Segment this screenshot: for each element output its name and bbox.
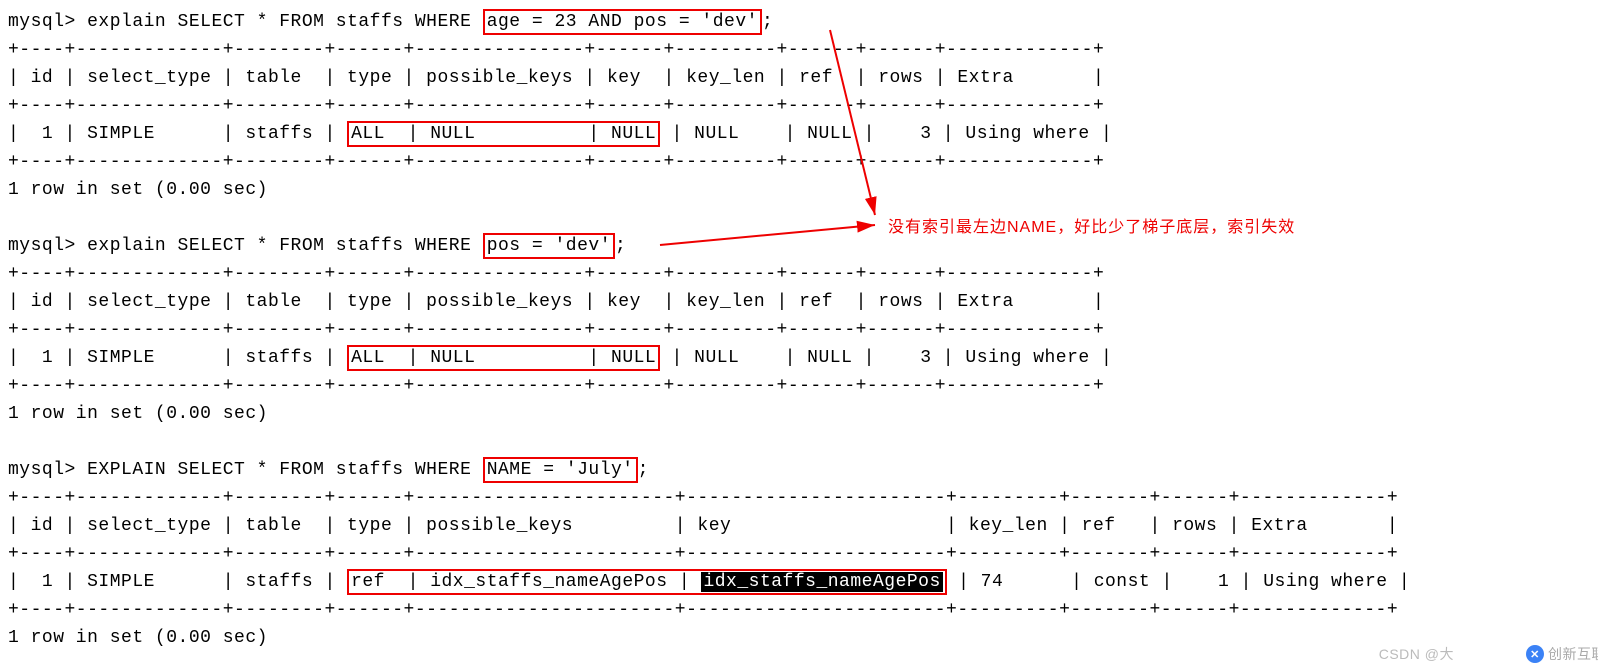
table1-sep-top: +----+-------------+--------+------+----… bbox=[8, 36, 1598, 64]
table2-header: | id | select_type | table | type | poss… bbox=[8, 288, 1598, 316]
query2-command: mysql> explain SELECT * FROM staffs WHER… bbox=[8, 232, 1598, 260]
table2-possible-keys: NULL bbox=[430, 348, 475, 368]
query1-post: ; bbox=[762, 12, 773, 32]
query2-post: ; bbox=[615, 236, 626, 256]
query1-command: mysql> explain SELECT * FROM staffs WHER… bbox=[8, 8, 1598, 36]
logo-icon: ✕ bbox=[1526, 645, 1544, 663]
mysql-prompt: mysql> bbox=[8, 236, 87, 256]
table3-row-pre: | 1 | SIMPLE | staffs | bbox=[8, 572, 347, 592]
table3-key-highlight: idx_staffs_nameAgePos bbox=[701, 572, 942, 592]
table1-mid2: | bbox=[475, 124, 611, 144]
table1-type: ALL bbox=[351, 124, 385, 144]
table1-sep-bot: +----+-------------+--------+------+----… bbox=[8, 148, 1598, 176]
table2-row-post: | NULL | NULL | 3 | Using where | bbox=[660, 348, 1112, 368]
table1-type-key-box: ALL | NULL | NULL bbox=[347, 121, 660, 147]
query2-footer: 1 row in set (0.00 sec) bbox=[8, 400, 1598, 428]
table3-type-key-box: ref | idx_staffs_nameAgePos | idx_staffs… bbox=[347, 569, 947, 595]
query3-pre: EXPLAIN SELECT * FROM staffs WHERE bbox=[87, 460, 483, 480]
query3-command: mysql> EXPLAIN SELECT * FROM staffs WHER… bbox=[8, 456, 1598, 484]
table3-type: ref bbox=[351, 572, 385, 592]
annotation-text: 没有索引最左边NAME，好比少了梯子底层，索引失效 bbox=[888, 213, 1295, 237]
query1-footer: 1 row in set (0.00 sec) bbox=[8, 176, 1598, 204]
blank1 bbox=[8, 204, 1598, 232]
table1-header: | id | select_type | table | type | poss… bbox=[8, 64, 1598, 92]
table3-sep-bot: +----+-------------+--------+------+----… bbox=[8, 596, 1598, 624]
table2-sep-mid: +----+-------------+--------+------+----… bbox=[8, 316, 1598, 344]
table2-key: NULL bbox=[611, 348, 656, 368]
table1-row-post: | NULL | NULL | 3 | Using where | bbox=[660, 124, 1112, 144]
watermark-csdn: CSDN @大 bbox=[1379, 644, 1454, 664]
table1-possible-keys: NULL bbox=[430, 124, 475, 144]
query3-footer: 1 row in set (0.00 sec) bbox=[8, 624, 1598, 652]
blank2 bbox=[8, 428, 1598, 456]
query3-where-box: NAME = 'July' bbox=[483, 457, 638, 483]
table2-mid2: | bbox=[475, 348, 611, 368]
table2-row: | 1 | SIMPLE | staffs | ALL | NULL | NUL… bbox=[8, 344, 1598, 372]
mysql-prompt: mysql> bbox=[8, 460, 87, 480]
query2-pre: explain SELECT * FROM staffs WHERE bbox=[87, 236, 483, 256]
mysql-prompt: mysql> bbox=[8, 12, 87, 32]
table3-possible-keys: idx_staffs_nameAgePos bbox=[430, 572, 667, 592]
table1-row-pre: | 1 | SIMPLE | staffs | bbox=[8, 124, 347, 144]
table1-sep-mid: +----+-------------+--------+------+----… bbox=[8, 92, 1598, 120]
table3-mid1: | bbox=[385, 572, 430, 592]
table1-key: NULL bbox=[611, 124, 656, 144]
table2-type: ALL bbox=[351, 348, 385, 368]
table3-header: | id | select_type | table | type | poss… bbox=[8, 512, 1598, 540]
table3-sep-top: +----+-------------+--------+------+----… bbox=[8, 484, 1598, 512]
table3-row-post: | 74 | const | 1 | Using where | bbox=[947, 572, 1410, 592]
table2-type-key-box: ALL | NULL | NULL bbox=[347, 345, 660, 371]
table3-sep-mid: +----+-------------+--------+------+----… bbox=[8, 540, 1598, 568]
table1-row: | 1 | SIMPLE | staffs | ALL | NULL | NUL… bbox=[8, 120, 1598, 148]
query1-pre: explain SELECT * FROM staffs WHERE bbox=[87, 12, 483, 32]
table2-mid1: | bbox=[385, 348, 430, 368]
watermark-right-text: 创新互联 bbox=[1548, 644, 1598, 664]
table1-mid1: | bbox=[385, 124, 430, 144]
table2-row-pre: | 1 | SIMPLE | staffs | bbox=[8, 348, 347, 368]
table2-sep-bot: +----+-------------+--------+------+----… bbox=[8, 372, 1598, 400]
query2-where-box: pos = 'dev' bbox=[483, 233, 615, 259]
query1-where-box: age = 23 AND pos = 'dev' bbox=[483, 9, 762, 35]
query3-post: ; bbox=[638, 460, 649, 480]
table3-mid2: | bbox=[668, 572, 702, 592]
table2-sep-top: +----+-------------+--------+------+----… bbox=[8, 260, 1598, 288]
table3-row: | 1 | SIMPLE | staffs | ref | idx_staffs… bbox=[8, 568, 1598, 596]
watermark-right: ✕ 创新互联 bbox=[1526, 644, 1598, 664]
